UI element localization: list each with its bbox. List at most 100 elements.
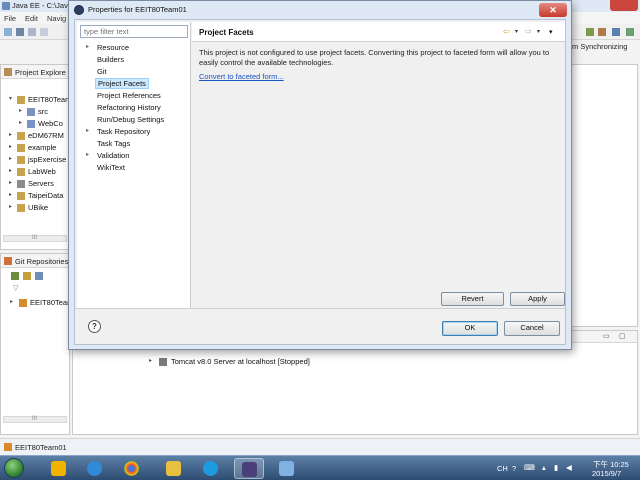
nav-item[interactable]: WikiText bbox=[95, 162, 127, 173]
cancel-button[interactable]: Cancel bbox=[504, 321, 560, 336]
app-1-icon bbox=[51, 461, 66, 476]
taskbar-eclipse[interactable] bbox=[234, 458, 264, 479]
expand-arrow-icon[interactable]: ▸ bbox=[86, 43, 89, 50]
nav-item[interactable]: Resource bbox=[95, 42, 131, 53]
nav-item[interactable]: Refactoring History bbox=[95, 102, 163, 113]
expand-arrow-icon[interactable]: ▸ bbox=[86, 127, 89, 134]
status-bar: EEIT80Team01 bbox=[0, 438, 640, 455]
project-tree-item[interactable]: ▸ UBike bbox=[1, 203, 71, 214]
filter-input[interactable] bbox=[80, 25, 188, 38]
project-tree-item[interactable]: ▸ example bbox=[1, 143, 71, 154]
save-icon[interactable] bbox=[16, 28, 24, 36]
java-perspective-icon[interactable] bbox=[612, 28, 620, 36]
project-icon bbox=[17, 132, 25, 140]
filter-arrow-icon[interactable]: ▽ bbox=[13, 284, 18, 292]
minimize-icon[interactable]: ▭ bbox=[603, 332, 610, 340]
expand-arrow-icon[interactable]: ▸ bbox=[9, 155, 12, 162]
folder-icon bbox=[27, 120, 35, 128]
menu-navigate[interactable]: Navig bbox=[47, 14, 66, 23]
taskbar-app-1[interactable] bbox=[44, 458, 74, 479]
maximize-icon[interactable]: ▢ bbox=[619, 332, 626, 340]
taskbar-paint[interactable] bbox=[272, 458, 302, 479]
project-tree-label: src bbox=[38, 107, 48, 116]
project-tree-label: WebCo bbox=[38, 119, 63, 128]
project-tree-label: Servers bbox=[28, 179, 54, 188]
nav-item[interactable]: Project References bbox=[95, 90, 163, 101]
project-tree-item[interactable]: ▸ TaipeiData bbox=[1, 191, 71, 202]
dialog-separator bbox=[75, 308, 565, 309]
skype-icon bbox=[203, 461, 218, 476]
nav-item[interactable]: Git bbox=[95, 66, 109, 77]
git-clone-icon[interactable] bbox=[23, 272, 31, 280]
help-icon[interactable]: ? bbox=[88, 320, 101, 333]
menu-file[interactable]: File bbox=[4, 14, 16, 23]
project-tree-item[interactable]: ▸ jspExercise bbox=[1, 155, 71, 166]
git-repositories-tab[interactable]: Git Repositories bbox=[1, 254, 69, 268]
print-icon[interactable] bbox=[40, 28, 48, 36]
expand-arrow-icon[interactable]: ▸ bbox=[149, 357, 152, 364]
expand-arrow-icon[interactable]: ▸ bbox=[86, 151, 89, 158]
volume-icon[interactable]: ◀ bbox=[566, 463, 572, 472]
clock-date[interactable]: 2015/9/7 bbox=[592, 469, 621, 478]
perspective-icon[interactable] bbox=[586, 28, 594, 36]
expand-arrow-icon[interactable]: ▸ bbox=[9, 143, 12, 150]
project-tree-item[interactable]: ▸ Servers bbox=[1, 179, 71, 190]
git-add-icon[interactable] bbox=[35, 272, 43, 280]
project-tree-item[interactable]: ▸ eDM67RM bbox=[1, 131, 71, 142]
apply-button[interactable]: Apply bbox=[510, 292, 565, 306]
project-explorer-title: Project Explore bbox=[15, 68, 66, 77]
new-icon[interactable] bbox=[4, 28, 12, 36]
expand-arrow-icon[interactable]: ▾ bbox=[9, 95, 12, 102]
network-icon[interactable]: ▮ bbox=[554, 463, 558, 472]
nav-item[interactable]: Builders bbox=[95, 54, 126, 65]
back-dropdown-icon[interactable]: ▾ bbox=[515, 28, 518, 35]
project-tree-item[interactable]: ▸ WebCo bbox=[1, 119, 71, 130]
taskbar-skype[interactable] bbox=[196, 458, 226, 479]
project-tree-item[interactable]: ▸ LabWeb bbox=[1, 167, 71, 178]
server-row[interactable]: ▸ Tomcat v8.0 Server at localhost [Stopp… bbox=[73, 357, 373, 368]
menu-edit[interactable]: Edit bbox=[25, 14, 38, 23]
taskbar-chrome[interactable] bbox=[117, 458, 147, 479]
nav-item[interactable]: Project Facets bbox=[95, 78, 149, 89]
ok-button[interactable]: OK bbox=[442, 321, 498, 336]
git-toolbar-icon[interactable] bbox=[11, 272, 19, 280]
revert-button[interactable]: Revert bbox=[441, 292, 504, 306]
project-tree-item[interactable]: ▸ src bbox=[1, 107, 71, 118]
start-button[interactable] bbox=[4, 458, 24, 478]
dialog-close-button[interactable]: ✕ bbox=[539, 3, 567, 17]
keyboard-tray-icon[interactable]: ⌨ bbox=[524, 463, 535, 472]
javaee-perspective-icon[interactable] bbox=[598, 28, 606, 36]
dialog-title-bar[interactable]: Properties for EEIT80Team01 ✕ bbox=[69, 1, 571, 19]
git-scrollbar[interactable]: III bbox=[3, 416, 67, 423]
nav-item[interactable]: Validation bbox=[95, 150, 131, 161]
view-menu-icon[interactable]: ▾ bbox=[549, 28, 553, 36]
help-tray-icon[interactable]: ? bbox=[512, 464, 516, 473]
taskbar-app-2[interactable] bbox=[80, 458, 110, 479]
taskbar-app-4[interactable] bbox=[159, 458, 189, 479]
project-tree-label: LabWeb bbox=[28, 167, 56, 176]
expand-arrow-icon[interactable]: ▸ bbox=[9, 131, 12, 138]
back-icon[interactable]: ⇦ bbox=[503, 27, 510, 36]
nav-item[interactable]: Task Tags bbox=[95, 138, 132, 149]
nav-item[interactable]: Task Repository bbox=[95, 126, 152, 137]
debug-perspective-icon[interactable] bbox=[626, 28, 634, 36]
project-explorer-scrollbar[interactable]: III bbox=[3, 235, 67, 242]
expand-arrow-icon[interactable]: ▸ bbox=[9, 203, 12, 210]
show-hidden-icons[interactable]: ▴ bbox=[542, 463, 546, 472]
convert-to-faceted-link[interactable]: Convert to faceted form... bbox=[199, 72, 284, 81]
project-explorer-tab[interactable]: Project Explore bbox=[1, 65, 69, 79]
expand-arrow-icon[interactable]: ▸ bbox=[10, 298, 13, 305]
expand-arrow-icon[interactable]: ▸ bbox=[9, 167, 12, 174]
forward-icon[interactable]: ⇨ bbox=[525, 27, 532, 36]
save-all-icon[interactable] bbox=[28, 28, 36, 36]
project-tree-item[interactable]: ▾ EEIT80Team bbox=[1, 95, 71, 106]
expand-arrow-icon[interactable]: ▸ bbox=[19, 119, 22, 126]
expand-arrow-icon[interactable]: ▸ bbox=[9, 191, 12, 198]
expand-arrow-icon[interactable]: ▸ bbox=[9, 179, 12, 186]
git-repo-row[interactable]: ▸ EEIT80Team bbox=[1, 298, 73, 309]
eclipse-close-button[interactable] bbox=[610, 0, 638, 11]
nav-item[interactable]: Run/Debug Settings bbox=[95, 114, 166, 125]
expand-arrow-icon[interactable]: ▸ bbox=[19, 107, 22, 114]
forward-dropdown-icon[interactable]: ▾ bbox=[537, 28, 540, 35]
language-indicator[interactable]: CH bbox=[497, 464, 508, 473]
